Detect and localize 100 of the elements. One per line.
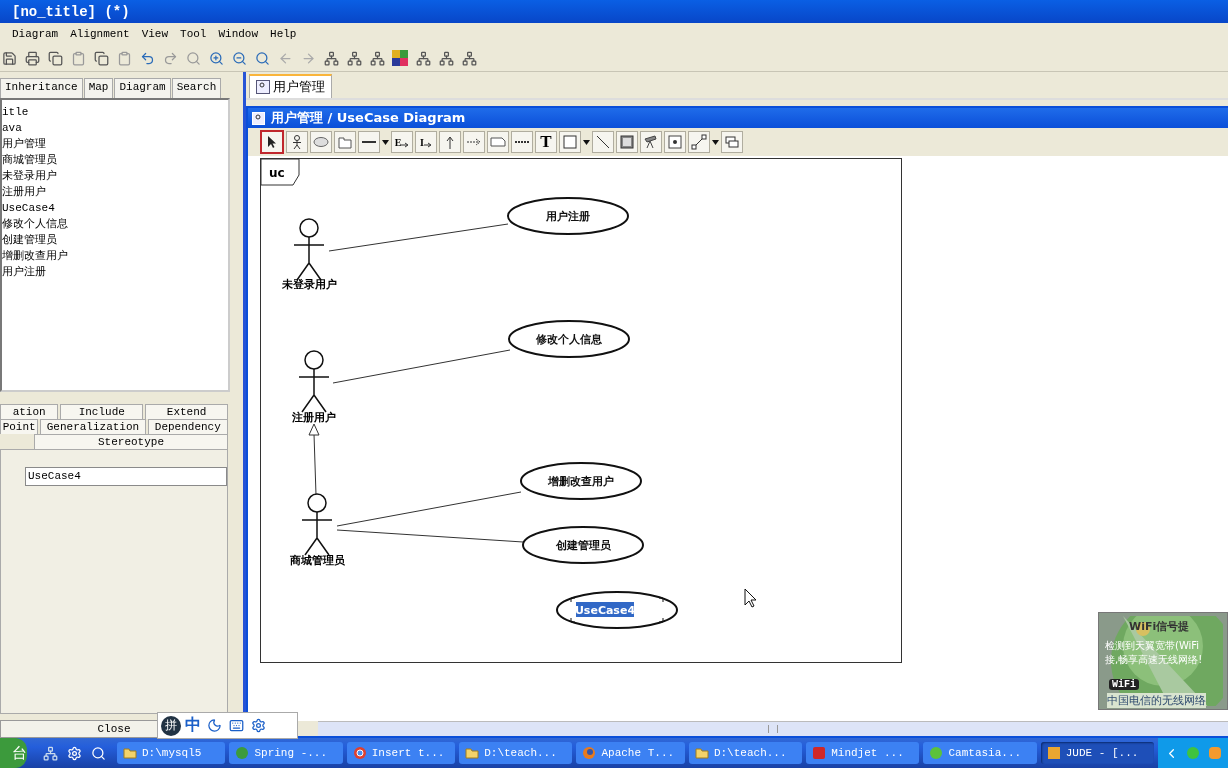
taskbar-button[interactable]: Camtasia... [923, 742, 1037, 764]
taskbar-button[interactable]: D:\teach... [688, 742, 803, 764]
folder-icon [694, 746, 709, 760]
mouse-pointer-icon [744, 588, 757, 608]
actor-figure [293, 218, 325, 281]
dashline-tool-icon [515, 141, 529, 143]
diagonal-tool-icon [595, 134, 611, 150]
dropdown-arrow-icon[interactable] [583, 139, 590, 145]
tree-item[interactable]: itle [2, 104, 228, 120]
property-tab[interactable]: Dependency [147, 419, 228, 434]
printer-icon[interactable] [23, 49, 41, 67]
actor-figure [298, 350, 330, 413]
use-case-name: UseCase4 [574, 604, 636, 617]
layers-tool-icon [724, 134, 740, 150]
actor-tool-button[interactable] [286, 131, 308, 153]
taskbar-button[interactable]: JUDE - [... [1040, 742, 1155, 764]
tree-item[interactable]: 注册用户 [2, 184, 228, 200]
menu-item[interactable]: Tool [176, 28, 211, 40]
dashline-tool-button[interactable] [511, 131, 533, 153]
property-tab[interactable]: Point [0, 419, 39, 434]
connector-tool-icon [691, 134, 707, 150]
telescope-tool-button[interactable] [640, 131, 662, 153]
image-tool-icon [619, 134, 635, 150]
actor-name: 注册用户 [292, 411, 336, 424]
settings-icon[interactable] [65, 744, 83, 762]
menu-item[interactable]: Help [266, 28, 301, 40]
panel-tab[interactable]: Search [171, 78, 222, 98]
taskbar-button[interactable]: Spring -... [229, 742, 343, 764]
menu-item[interactable]: Diagram [8, 28, 63, 40]
copy-icon[interactable] [46, 49, 64, 67]
menu-item[interactable]: Alignment [66, 28, 134, 40]
diagram-window-title: 用户管理 / UseCase Diagram [271, 109, 466, 127]
name-field[interactable]: UseCase4 [25, 466, 227, 486]
usecase-tool-button[interactable] [310, 131, 332, 153]
hierarchy-icon[interactable] [460, 49, 478, 67]
diagram-icon [252, 111, 265, 125]
usecase-tool-icon [313, 134, 329, 150]
start-button[interactable]: 台 [0, 738, 27, 768]
select-tool-button[interactable] [260, 130, 284, 154]
generalize-tool-button[interactable] [439, 131, 461, 153]
save-icon[interactable] [0, 49, 18, 67]
menu-item[interactable]: View [137, 28, 173, 40]
point-tool-icon [667, 134, 683, 150]
mindjet-icon [812, 746, 827, 760]
notification-text: 检测到天翼宽带(WiFi [1105, 639, 1200, 653]
tree-item[interactable]: 用户管理 [2, 136, 228, 152]
use-case-name: 修改个人信息 [536, 333, 602, 346]
zoom-fit-icon[interactable] [253, 49, 271, 67]
panel-tab[interactable]: Inheritance [0, 78, 83, 98]
use-case-name: 增删改查用户 [548, 475, 614, 488]
line-tool-icon [362, 141, 376, 143]
layers-tool-button[interactable] [721, 131, 743, 153]
taskbar-button[interactable]: D:\mysql5 [117, 742, 226, 764]
rect-tool-icon [562, 134, 578, 150]
tree-item[interactable]: 未登录用户 [2, 168, 228, 184]
zoom-out-icon[interactable] [230, 49, 248, 67]
menu-item[interactable]: Window [214, 28, 263, 40]
editor-tab[interactable]: 用户管理 [249, 74, 332, 98]
zoom-in-icon[interactable] [207, 49, 225, 67]
extend-tool-button[interactable]: E [391, 131, 413, 153]
connector-tool-button[interactable] [688, 131, 710, 153]
copy-icon[interactable] [92, 49, 110, 67]
property-tab[interactable]: Extend [145, 404, 228, 419]
use-case-name: 用户注册 [546, 210, 590, 223]
tree-item[interactable]: UseCase4 [2, 200, 228, 216]
include-tool-button[interactable]: I [415, 131, 437, 153]
moon-icon[interactable] [205, 716, 223, 735]
panel-tab[interactable]: Diagram [114, 78, 171, 98]
text-tool-button[interactable]: T [535, 131, 557, 153]
tree-item[interactable]: ava [2, 120, 228, 136]
color-palette-icon[interactable] [391, 49, 409, 67]
ime-logo[interactable]: 拼 [161, 715, 181, 736]
taskbar-button[interactable]: Mindjet ... [806, 742, 920, 764]
window-title: [no_title] (*) [12, 3, 130, 20]
tree-item[interactable]: 修改个人信息 [2, 216, 228, 232]
tree-item[interactable]: 商城管理员 [2, 152, 228, 168]
panel-tab[interactable]: Map [83, 78, 114, 98]
note-tool-icon [490, 134, 506, 150]
tree-item[interactable]: 增删改查用户 [2, 248, 228, 264]
taskbar-button[interactable]: Apache T... [576, 742, 685, 764]
image-tool-button[interactable] [616, 131, 638, 153]
chrome-icon [352, 746, 367, 760]
dependency-tool-button[interactable] [463, 131, 485, 153]
property-tab[interactable]: Include [60, 404, 144, 419]
tree-item[interactable]: 用户注册 [2, 264, 228, 280]
dropdown-arrow-icon[interactable] [712, 139, 719, 145]
folder-icon [465, 746, 480, 760]
horizontal-scrollbar[interactable] [318, 721, 1228, 736]
point-tool-button[interactable] [664, 131, 686, 153]
line-tool-button[interactable] [358, 131, 380, 153]
settings-icon[interactable] [249, 716, 267, 735]
property-tab[interactable]: Generalization [40, 419, 146, 434]
taskbar-button[interactable]: D:\teach... [459, 742, 573, 764]
folder-icon [123, 746, 137, 760]
diagonal-tool-button[interactable] [592, 131, 614, 153]
property-tab[interactable]: ation [0, 404, 59, 419]
taskbar-button[interactable]: Insert t... [346, 742, 456, 764]
property-tab[interactable]: Stereotype [34, 434, 228, 449]
tree-item[interactable]: 创建管理员 [2, 232, 228, 248]
dropdown-arrow-icon[interactable] [382, 139, 389, 145]
